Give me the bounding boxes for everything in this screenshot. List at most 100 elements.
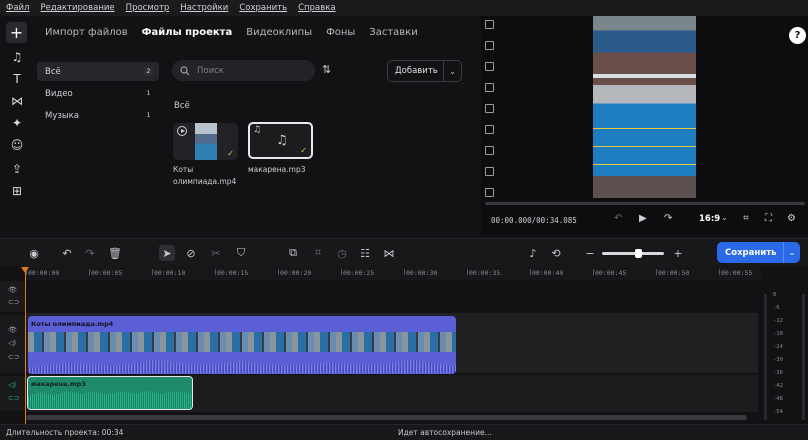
ruler-tick: 00:00:10 [151, 269, 186, 277]
redo-step-icon[interactable]: ↷ [664, 213, 672, 224]
link-icon[interactable]: ⊂⊃ [8, 394, 20, 402]
crop-icon[interactable]: ⌗ [743, 213, 749, 224]
speed-icon[interactable]: ◷ [334, 245, 350, 261]
sticker-smile-icon[interactable]: ☺ [8, 136, 26, 154]
video-preview[interactable] [593, 16, 696, 198]
templates-grid-icon[interactable]: ⊞ [8, 182, 26, 200]
aspect-ratio[interactable]: 16:9 [699, 214, 720, 224]
category-count-badge: 1 [146, 111, 151, 119]
audio-split-icon[interactable]: ♪ [525, 245, 541, 261]
effects-sparkle-icon[interactable]: ✦ [8, 114, 26, 132]
menu-help[interactable]: Справка [298, 3, 335, 13]
menu-settings[interactable]: Настройки [180, 3, 228, 13]
zoom-slider[interactable] [602, 249, 664, 258]
zoom-in-icon[interactable]: + [670, 245, 686, 261]
category-all[interactable]: Всё 2 [37, 62, 159, 81]
captions-icon[interactable]: ⧉ [285, 245, 301, 261]
media-card-video[interactable]: ✓ [173, 123, 238, 160]
mute-cut-icon[interactable]: ⊘ [183, 245, 199, 261]
video-clip-title: Коты олимпиада.mp4 [31, 320, 114, 328]
media-tabs: Импорт файлов Файлы проекта Видеоклипы Ф… [45, 27, 418, 38]
speaker-icon[interactable]: ◁) [8, 339, 16, 347]
tab-intros[interactable]: Заставки [369, 27, 417, 38]
fullscreen-icon[interactable]: ⛶ [765, 213, 772, 224]
audio-clip[interactable]: макарена.mp3 [27, 376, 193, 410]
video-clip[interactable]: Коты олимпиада.mp4 [28, 316, 456, 374]
play-icon[interactable]: ▶ [639, 213, 647, 224]
ruler-tick: 00:00:50 [655, 269, 690, 277]
chevron-down-icon[interactable]: ⌄ [783, 242, 800, 263]
playhead[interactable] [21, 267, 29, 427]
play-icon [177, 126, 187, 136]
transition-icon[interactable]: ⋈ [8, 92, 26, 110]
audio-clip-title: макарена.mp3 [31, 380, 86, 388]
marker-shield-icon[interactable]: ⛉ [233, 245, 249, 261]
project-duration: Длительность проекта: 00:34 [6, 428, 124, 437]
export-icon[interactable]: ⇪ [8, 160, 26, 178]
ruler-tick: 00:00:00 [25, 269, 60, 277]
sort-icon[interactable]: ⇅ [322, 63, 336, 77]
save-button[interactable]: Сохранить ⌄ [717, 242, 800, 263]
menu-edit[interactable]: Редактирование [40, 3, 114, 13]
add-media-button[interactable]: Добавить ⌄ [387, 60, 462, 82]
pointer-icon[interactable]: ➤ [159, 245, 175, 261]
search-box [172, 60, 315, 81]
ruler-tick: 00:00:40 [529, 269, 564, 277]
category-video[interactable]: Видео 1 [37, 84, 159, 103]
music-file-icon: ♫ [276, 133, 288, 148]
zoom-out-icon[interactable]: − [582, 245, 598, 261]
zoom-slider-handle[interactable] [635, 249, 642, 258]
adjust-sliders-icon[interactable]: ☷ [357, 245, 373, 261]
tab-video-clips[interactable]: Видеоклипы [246, 27, 312, 38]
search-input[interactable] [197, 65, 307, 76]
category-music[interactable]: Музыка 1 [37, 106, 159, 125]
section-title: Всё [174, 101, 190, 111]
chevron-down-icon[interactable]: ⌄ [443, 61, 461, 81]
media-card-audio-name: макарена.mp3 [248, 165, 306, 174]
media-panel: Импорт файлов Файлы проекта Видеоклипы Ф… [33, 16, 475, 236]
category-count-badge: 2 [144, 67, 153, 76]
media-card-audio[interactable]: ♫ ♫ ✓ [248, 122, 313, 159]
save-button-label: Сохранить [725, 247, 777, 258]
record-icon[interactable]: ◉ [26, 245, 42, 261]
snap-icon[interactable]: ⟲ [548, 245, 564, 261]
menu-save[interactable]: Сохранить [239, 3, 287, 13]
video-clip-frames [28, 332, 456, 352]
chevron-down-icon[interactable]: ⌄ [721, 213, 728, 222]
speaker-icon[interactable]: ◁) [8, 381, 16, 389]
audio-level-meter: 0 -6 -12 -18 -24 -30 -36 -42 -48 -54 [763, 292, 808, 422]
menu-view[interactable]: Просмотр [126, 3, 170, 13]
undo-icon[interactable]: ↶ [59, 245, 75, 261]
tab-project-files[interactable]: Файлы проекта [142, 27, 233, 38]
tab-backgrounds[interactable]: Фоны [326, 27, 355, 38]
preview-controls: 00:00.000/00:34.085 ↶ ▶ ↷ 16:9 ⌄ ⌗ ⛶ ⚙ [481, 212, 808, 230]
ruler-tick: 00:00:15 [214, 269, 249, 277]
help-icon[interactable]: ? [789, 27, 806, 44]
timeline-ruler[interactable]: 00:00:00 00:00:05 00:00:10 00:00:15 00:0… [25, 266, 761, 280]
timeline-scrollbar[interactable] [26, 415, 747, 420]
video-clip-waveform [28, 360, 456, 374]
music-note-icon[interactable]: ♫ [8, 48, 26, 66]
undo-step-icon[interactable]: ↶ [614, 213, 622, 224]
check-icon: ✓ [227, 149, 234, 158]
trash-icon[interactable]: 🗑 [107, 245, 123, 261]
tab-import-files[interactable]: Импорт файлов [45, 27, 128, 38]
category-list: Всё 2 Видео 1 Музыка 1 [37, 62, 159, 128]
link-icon[interactable]: ⊂⊃ [8, 353, 20, 361]
eye-icon[interactable]: 👁 [8, 286, 17, 294]
text-icon[interactable]: T [8, 70, 26, 88]
eye-icon[interactable]: 👁 [8, 326, 17, 334]
add-icon[interactable]: + [6, 22, 27, 43]
ruler-tick: 00:00:20 [277, 269, 312, 277]
preview-scrubber[interactable] [485, 202, 805, 205]
status-bar: Длительность проекта: 00:34 Идет автосох… [0, 424, 808, 440]
gear-icon[interactable]: ⚙ [787, 213, 796, 224]
ruler-tick: 00:00:55 [718, 269, 753, 277]
redo-icon[interactable]: ↷ [82, 245, 98, 261]
transition-tool-icon[interactable]: ⋈ [381, 245, 397, 261]
link-icon[interactable]: ⊂⊃ [8, 298, 20, 306]
menu-file[interactable]: Файл [6, 3, 29, 13]
scissors-icon[interactable]: ✂ [208, 245, 224, 261]
crop-tool-icon[interactable]: ⌗ [310, 245, 326, 261]
music-note-icon: ♫ [253, 125, 262, 135]
